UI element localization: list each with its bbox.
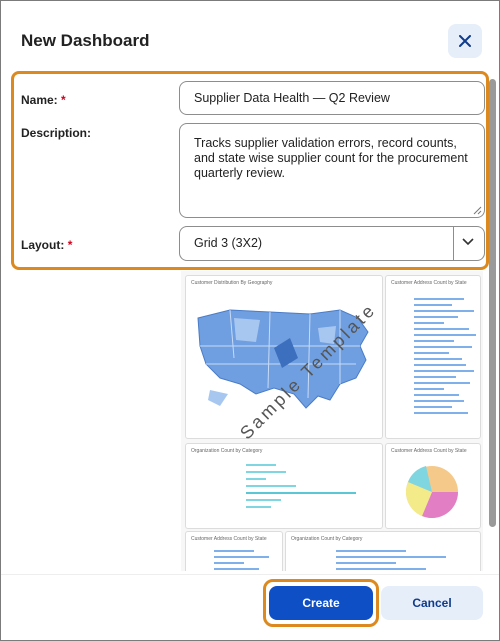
resize-handle-icon[interactable] — [473, 206, 482, 215]
preview-card-title: Customer Address Count by State — [391, 280, 467, 286]
name-input[interactable]: Supplier Data Health — Q2 Review — [179, 81, 485, 115]
name-required-mark: * — [61, 93, 66, 107]
preview-card-state: Customer Address Count by State — [185, 531, 283, 571]
cancel-button[interactable]: Cancel — [381, 586, 483, 620]
preview-card-category-2: Organization Count by Category — [285, 531, 481, 571]
dialog-title: New Dashboard — [21, 31, 150, 50]
layout-required-mark: * — [67, 238, 73, 252]
template-preview: Customer Distribution By Geography Custo… — [181, 271, 483, 571]
description-textarea[interactable]: Tracks supplier validation errors, recor… — [179, 123, 485, 218]
close-button[interactable] — [448, 24, 482, 58]
description-value: Tracks supplier validation errors, recor… — [194, 136, 468, 180]
new-dashboard-dialog: New Dashboard Name: * Supplier Data Heal… — [0, 0, 500, 641]
name-label-text: Name: — [21, 93, 58, 107]
close-icon — [459, 35, 471, 47]
name-input-value: Supplier Data Health — Q2 Review — [194, 91, 390, 105]
pie-chart-icon — [406, 466, 458, 518]
scrollbar[interactable] — [489, 79, 496, 527]
create-button[interactable]: Create — [269, 586, 373, 620]
name-label: Name: * — [21, 93, 66, 107]
layout-label-text: Layout: — [21, 238, 65, 252]
preview-card-pie: Customer Address Count by State — [385, 443, 481, 529]
preview-card-bars: Customer Address Count by State — [385, 275, 481, 439]
layout-select-value: Grid 3 (3X2) — [194, 236, 263, 250]
chevron-down-icon[interactable] — [462, 238, 474, 246]
description-label: Description: — [21, 126, 92, 140]
layout-label: Layout: * — [21, 238, 72, 252]
preview-card-title: Customer Address Count by State — [391, 448, 467, 454]
preview-card-title: Organization Count by Category — [291, 536, 363, 542]
preview-card-category: Organization Count by Category — [185, 443, 383, 529]
preview-card-title: Customer Distribution By Geography — [191, 280, 273, 286]
layout-select[interactable]: Grid 3 (3X2) — [179, 226, 485, 261]
preview-card-title: Organization Count by Category — [191, 448, 263, 454]
select-divider — [453, 227, 454, 260]
preview-card-title: Customer Address Count by State — [191, 536, 267, 542]
preview-card-map: Customer Distribution By Geography — [185, 275, 383, 439]
